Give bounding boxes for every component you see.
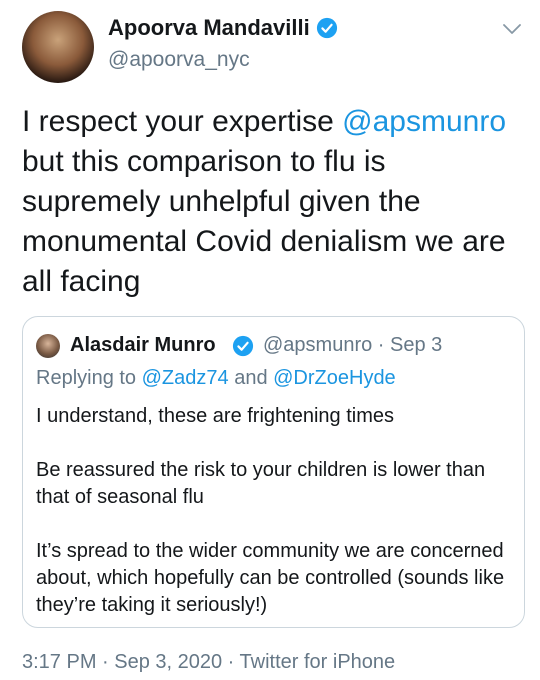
author-handle[interactable]: @apoorva_nyc (108, 48, 250, 72)
quoted-handle-date: @apsmunro · Sep 3 (263, 334, 443, 356)
replying-to-label: Replying to (36, 367, 142, 389)
tweet-text: I respect your expertise @apsmunro but t… (22, 102, 527, 302)
replying-to-line: Replying to @Zadz74 and @DrZoeHyde (36, 367, 396, 390)
replying-to-and: and (228, 367, 274, 389)
author-name-row[interactable]: Apoorva Mandavilli (108, 15, 338, 41)
tweet-time-date[interactable]: 3:17 PM · Sep 3, 2020 · (22, 651, 240, 673)
tweet-text-start: I respect your expertise (22, 105, 343, 138)
tweet-text-end: but this comparison to flu is supremely … (22, 145, 506, 298)
quoted-author-avatar[interactable] (36, 334, 60, 358)
author-name[interactable]: Apoorva Mandavilli (108, 15, 310, 41)
quoted-tweet-body: I understand, these are frightening time… (36, 403, 516, 619)
mention-link[interactable]: @apsmunro (342, 105, 506, 138)
reply-mention-zadz74[interactable]: @Zadz74 (142, 367, 229, 389)
quoted-paragraph: It’s spread to the wider community we ar… (36, 540, 505, 616)
tweet-source[interactable]: Twitter for iPhone (240, 651, 396, 673)
quoted-author-name[interactable]: Alasdair Munro (70, 334, 216, 357)
quoted-tweet[interactable]: Alasdair Munro @apsmunro · Sep 3 Replyin… (22, 316, 525, 628)
tweet-timestamp: 3:17 PM · Sep 3, 2020 · Twitter for iPho… (22, 651, 395, 674)
reply-mention-drzoehyde[interactable]: @DrZoeHyde (273, 367, 396, 389)
quoted-paragraph: Be reassured the risk to your children i… (36, 459, 486, 508)
verified-badge-icon (232, 335, 254, 357)
author-avatar[interactable] (22, 11, 94, 83)
quoted-paragraph: I understand, these are frightening time… (36, 405, 394, 427)
verified-badge-icon (316, 17, 337, 39)
chevron-down-icon[interactable] (502, 22, 522, 36)
